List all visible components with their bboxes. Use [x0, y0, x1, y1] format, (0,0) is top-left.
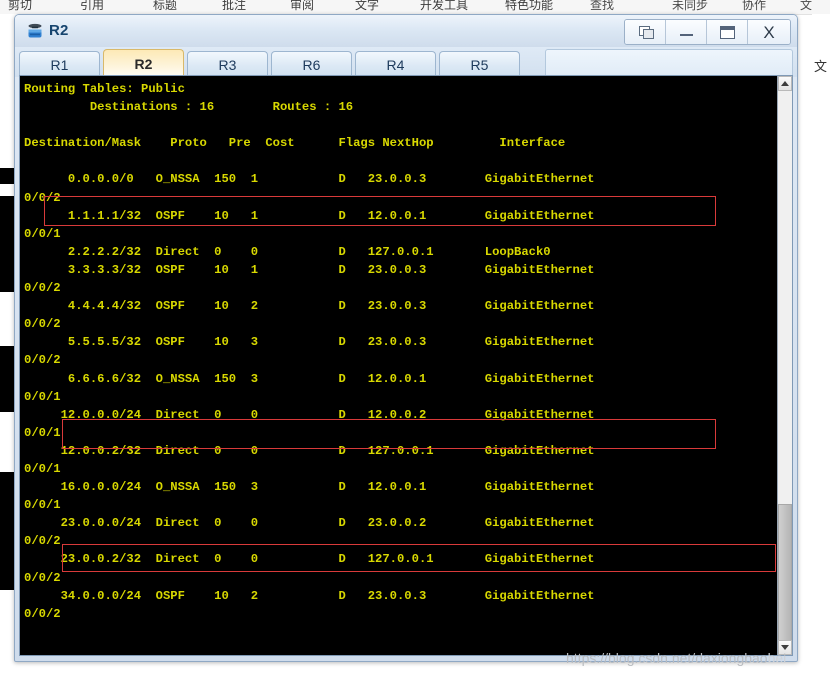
- tab-r4[interactable]: R4: [355, 51, 436, 77]
- background-menubar: 剪切 引用 标题 批注 审阅 文字 开发工具 特色功能 查找 未同步 协作 文: [0, 0, 830, 15]
- tab-r5-label: R5: [470, 56, 489, 73]
- terminal-frame: Routing Tables: Public Destinations : 16…: [19, 75, 793, 656]
- bg-menu-item-collab[interactable]: 协作: [742, 0, 766, 13]
- watermark-url: https://blog.csdn.net/daxiongbao: [566, 650, 768, 666]
- tab-r6-label: R6: [302, 56, 321, 73]
- window-titlebar[interactable]: R2 X: [15, 15, 797, 47]
- bg-menu-item-4[interactable]: 审阅: [290, 0, 314, 13]
- restore-icon: [638, 26, 654, 39]
- bg-menu-item-3[interactable]: 批注: [222, 0, 246, 13]
- window-title: R2: [49, 22, 69, 39]
- watermark: https://blog.csdn.net/daxiongbaobei: [566, 650, 786, 666]
- terminal-scrollbar[interactable]: [777, 76, 792, 655]
- tab-r2[interactable]: R2: [103, 49, 184, 77]
- close-icon: X: [763, 22, 775, 42]
- router-console-window: R2 X R1 R2 R3 R6 R4 R5 Routing Tables: P…: [14, 14, 798, 662]
- tab-r2-label: R2: [134, 55, 153, 72]
- tab-r1[interactable]: R1: [19, 51, 100, 77]
- tab-r3[interactable]: R3: [187, 51, 268, 77]
- bg-menu-item-7[interactable]: 特色功能: [505, 0, 553, 13]
- bg-menu-item-doc[interactable]: 文: [800, 0, 812, 13]
- bg-menu-item-sync[interactable]: 未同步: [672, 0, 708, 13]
- window-controls: X: [624, 19, 791, 45]
- background-right-label: 文: [814, 59, 828, 74]
- bg-menu-item-5[interactable]: 文字: [355, 0, 379, 13]
- minimize-icon: [679, 27, 693, 37]
- minimize-button[interactable]: [666, 20, 707, 44]
- tab-r5[interactable]: R5: [439, 51, 520, 77]
- watermark-tail: bei: [767, 650, 787, 666]
- background-right-panel: [812, 14, 830, 677]
- scrollbar-thumb[interactable]: [778, 504, 792, 644]
- tab-strip-filler: [545, 49, 793, 75]
- tab-list: R1 R2 R3 R6 R4 R5: [19, 49, 523, 77]
- tab-r4-label: R4: [386, 56, 405, 73]
- bg-menu-item-search[interactable]: 查找: [590, 0, 614, 13]
- scroll-up-button[interactable]: [778, 76, 792, 91]
- router-icon: [25, 21, 45, 41]
- tab-r6[interactable]: R6: [271, 51, 352, 77]
- terminal-output-area[interactable]: Routing Tables: Public Destinations : 16…: [20, 76, 777, 655]
- tab-r1-label: R1: [50, 56, 69, 73]
- tab-r3-label: R3: [218, 56, 237, 73]
- bg-menu-item-2[interactable]: 标题: [153, 0, 177, 13]
- maximize-icon: [719, 25, 735, 39]
- bg-menu-item-1[interactable]: 引用: [80, 0, 104, 13]
- bg-menu-item-6[interactable]: 开发工具: [420, 0, 468, 13]
- close-button[interactable]: X: [748, 20, 790, 44]
- maximize-button[interactable]: [707, 20, 748, 44]
- restore-button[interactable]: [625, 20, 666, 44]
- bg-menu-item-0[interactable]: 剪切: [8, 0, 32, 13]
- terminal-output: Routing Tables: Public Destinations : 16…: [24, 82, 595, 621]
- tab-strip: R1 R2 R3 R6 R4 R5: [15, 47, 797, 77]
- chevron-up-icon: [781, 81, 789, 86]
